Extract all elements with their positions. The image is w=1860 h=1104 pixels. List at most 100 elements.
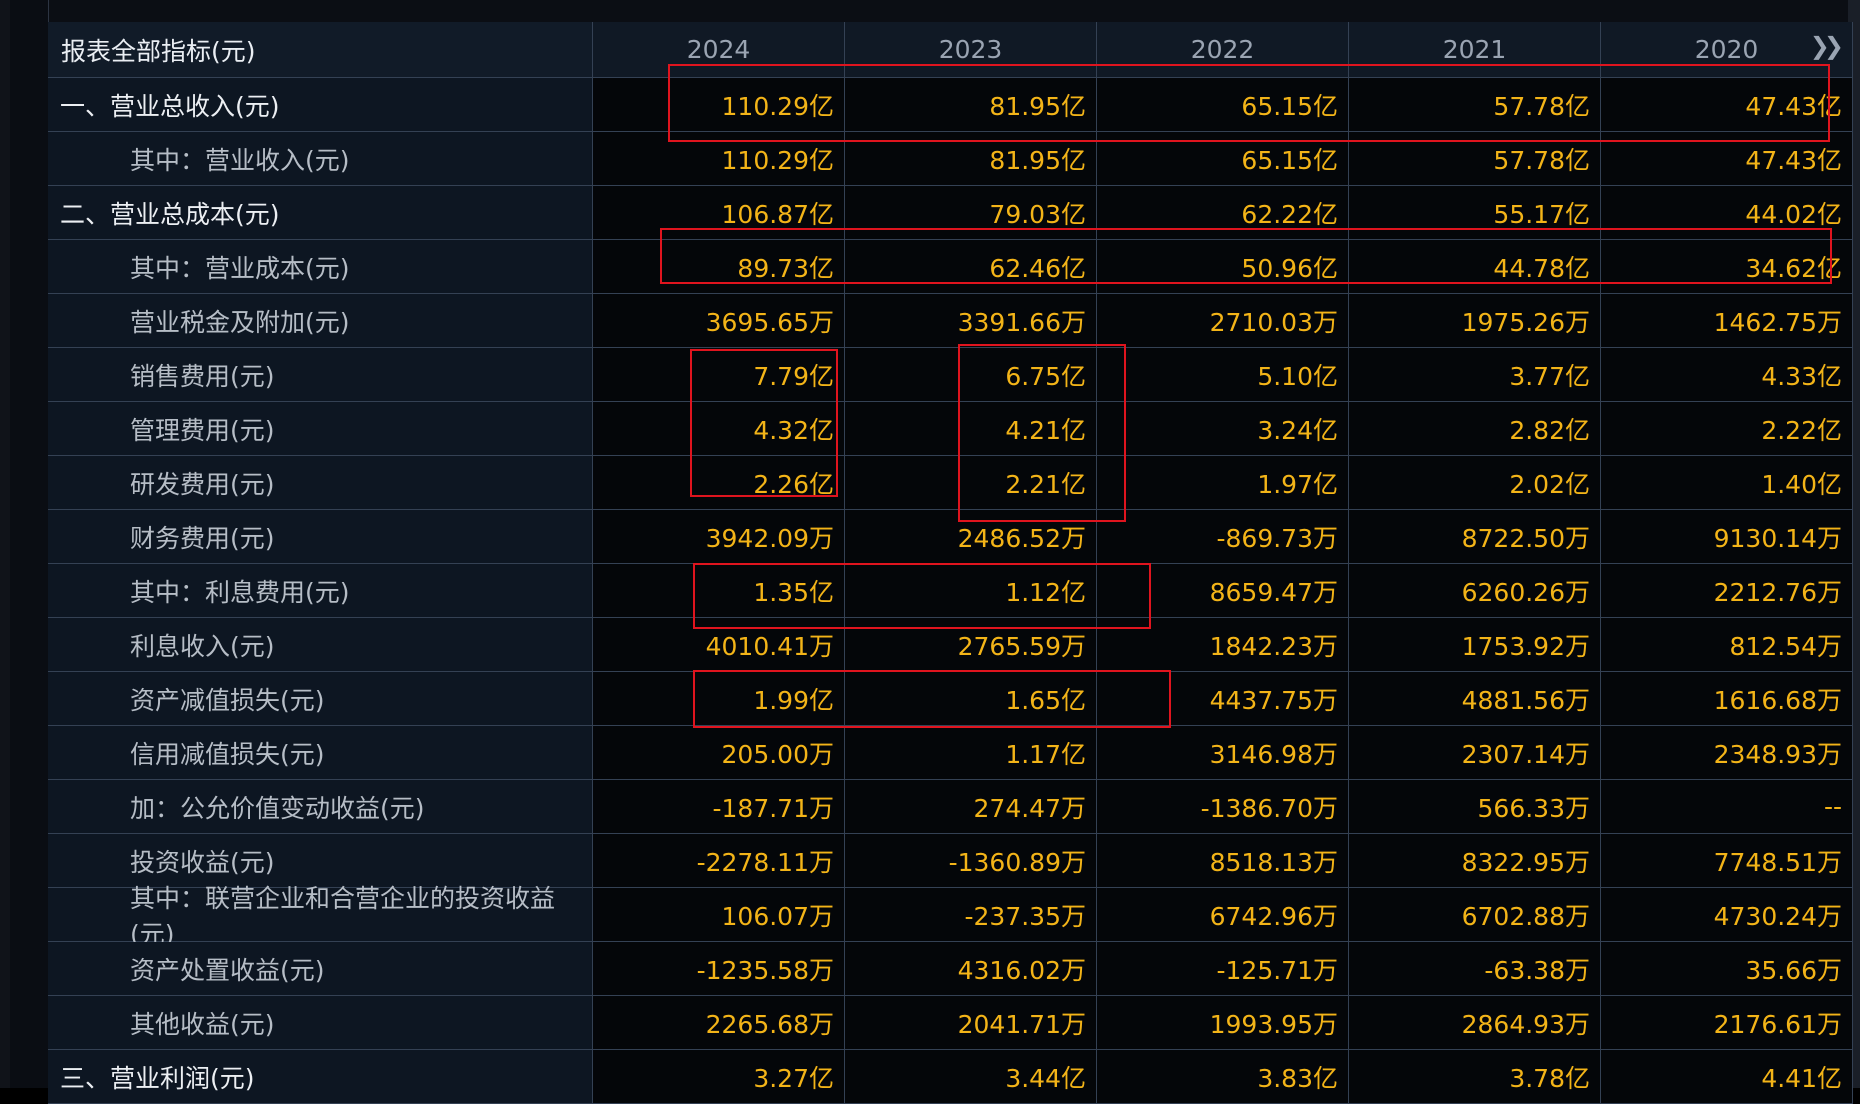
cell-value: 3146.98万 [1209, 739, 1338, 769]
cell-value: 6742.96万 [1209, 901, 1338, 931]
table-cell: -1360.89万 [845, 834, 1097, 888]
table-cell: 3146.98万 [1097, 726, 1349, 780]
cell-value: 3.24亿 [1257, 415, 1338, 445]
table-cell: 2348.93万 [1601, 726, 1853, 780]
cell-value: 2176.61万 [1713, 1009, 1842, 1039]
table-cell: 65.15亿 [1097, 78, 1349, 132]
table-cell: 3.78亿 [1349, 1050, 1601, 1104]
row-label-text: 其他收益(元) [130, 1009, 275, 1039]
row-label: 信用减值损失(元) [48, 726, 593, 780]
cell-value: 1.35亿 [753, 577, 834, 607]
cell-value: 8322.95万 [1461, 847, 1590, 877]
top-bar [0, 0, 1860, 22]
cell-value: 2.26亿 [753, 469, 834, 499]
cell-value: 1.99亿 [753, 685, 834, 715]
cell-value: 7.79亿 [753, 361, 834, 391]
double-chevron-right-icon[interactable]: ❯❯ [1810, 32, 1844, 60]
row-label: 销售费用(元) [48, 348, 593, 402]
row-label-text: 其中：营业收入(元) [130, 145, 350, 175]
row-label: 资产处置收益(元) [48, 942, 593, 996]
table-cell: 4010.41万 [593, 618, 845, 672]
cell-value: 2.82亿 [1509, 415, 1590, 445]
year-header-text: 2023 [938, 35, 1003, 64]
table-cell: 106.87亿 [593, 186, 845, 240]
year-header-2021[interactable]: 2021 [1349, 22, 1601, 78]
table-cell: 34.62亿 [1601, 240, 1853, 294]
row-label-text: 投资收益(元) [130, 847, 275, 877]
year-header-text: 2024 [686, 35, 751, 64]
table-cell: 57.78亿 [1349, 132, 1601, 186]
row-label: 加：公允价值变动收益(元) [48, 780, 593, 834]
table-cell: 8659.47万 [1097, 564, 1349, 618]
table-cell: 2486.52万 [845, 510, 1097, 564]
year-header-2023[interactable]: 2023 [845, 22, 1097, 78]
year-header-2022[interactable]: 2022 [1097, 22, 1349, 78]
table-cell: 3391.66万 [845, 294, 1097, 348]
row-label: 二、营业总成本(元) [48, 186, 593, 240]
table-cell: 7748.51万 [1601, 834, 1853, 888]
cell-value: 1975.26万 [1461, 307, 1590, 337]
cell-value: 50.96亿 [1241, 253, 1338, 283]
cell-value: 44.02亿 [1745, 199, 1842, 229]
table-cell: 4881.56万 [1349, 672, 1601, 726]
table-cell: 50.96亿 [1097, 240, 1349, 294]
table-cell: 1.17亿 [845, 726, 1097, 780]
table-cell: 81.95亿 [845, 132, 1097, 186]
table-cell: 3.24亿 [1097, 402, 1349, 456]
row-label: 一、营业总收入(元) [48, 78, 593, 132]
cell-value: 6.75亿 [1005, 361, 1086, 391]
table-cell: 3.27亿 [593, 1050, 845, 1104]
cell-value: 1753.92万 [1461, 631, 1590, 661]
table-cell: 812.54万 [1601, 618, 1853, 672]
cell-value: 6260.26万 [1461, 577, 1590, 607]
table-cell: 2041.71万 [845, 996, 1097, 1050]
cell-value: 274.47万 [973, 793, 1086, 823]
cell-value: 3942.09万 [705, 523, 834, 553]
table-cell: 55.17亿 [1349, 186, 1601, 240]
cell-value: 8518.13万 [1209, 847, 1338, 877]
cell-value: 4.41亿 [1761, 1063, 1842, 1093]
table-cell: -1386.70万 [1097, 780, 1349, 834]
cell-value: 62.22亿 [1241, 199, 1338, 229]
table-cell: 47.43亿 [1601, 78, 1853, 132]
table-cell: 566.33万 [1349, 780, 1601, 834]
table-cell: -- [1601, 780, 1853, 834]
table-cell: 57.78亿 [1349, 78, 1601, 132]
cell-value: 4881.56万 [1461, 685, 1590, 715]
year-header-text: 2021 [1442, 35, 1507, 64]
table-cell: -2278.11万 [593, 834, 845, 888]
table-cell: 44.78亿 [1349, 240, 1601, 294]
left-gutter [10, 0, 49, 1088]
cell-value: 2.22亿 [1761, 415, 1842, 445]
year-header-2024[interactable]: 2024 [593, 22, 845, 78]
cell-value: 1993.95万 [1209, 1009, 1338, 1039]
cell-value: 2486.52万 [957, 523, 1086, 553]
table-cell: 3.44亿 [845, 1050, 1097, 1104]
cell-value: 205.00万 [721, 739, 834, 769]
cell-value: 3.44亿 [1005, 1063, 1086, 1093]
cell-value: -237.35万 [964, 901, 1087, 931]
row-label-text: 财务费用(元) [130, 523, 275, 553]
cell-value: -- [1823, 792, 1842, 821]
cell-value: 2041.71万 [957, 1009, 1086, 1039]
cell-value: 2212.76万 [1713, 577, 1842, 607]
header-label-text: 报表全部指标(元) [61, 36, 256, 66]
cell-value: 1.17亿 [1005, 739, 1086, 769]
year-header-2020[interactable]: 2020 ❯❯ [1601, 22, 1853, 78]
table-cell: 1.65亿 [845, 672, 1097, 726]
cell-value: 79.03亿 [989, 199, 1086, 229]
row-label: 其中：联营企业和合营企业的投资收益(元) [48, 884, 593, 949]
table-cell: 35.66万 [1601, 942, 1853, 996]
row-label-text: 信用减值损失(元) [130, 739, 325, 769]
table-cell: 6702.88万 [1349, 888, 1601, 942]
cell-value: 34.62亿 [1745, 253, 1842, 283]
cell-value: 2348.93万 [1713, 739, 1842, 769]
cell-value: 62.46亿 [989, 253, 1086, 283]
row-label: 营业税金及附加(元) [48, 294, 593, 348]
table-cell: -63.38万 [1349, 942, 1601, 996]
table-cell: 2710.03万 [1097, 294, 1349, 348]
table-cell: 44.02亿 [1601, 186, 1853, 240]
financial-statement-table: 报表全部指标(元) 2024 2023 2022 2021 2020 ❯❯ 一、营业总收入(元… [48, 22, 1853, 1104]
table-cell: 2.21亿 [845, 456, 1097, 510]
table-cell: -869.73万 [1097, 510, 1349, 564]
